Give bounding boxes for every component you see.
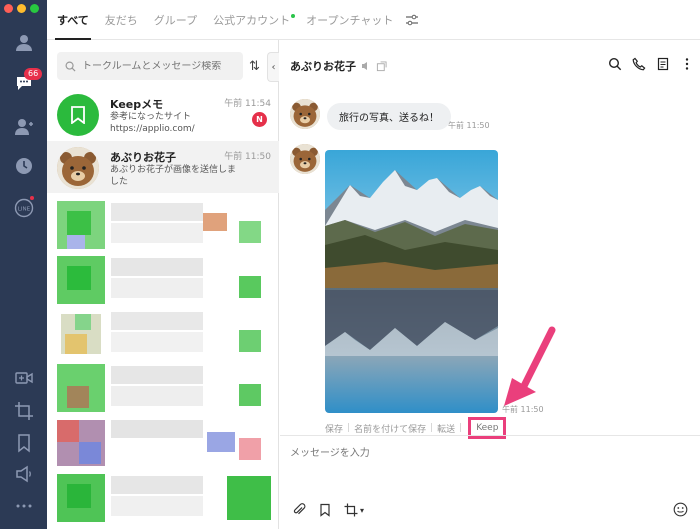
zoom-window-button[interactable] <box>30 4 39 13</box>
save-link[interactable]: 保存 <box>325 422 343 435</box>
conversation-header: あぶりお花子 <box>280 40 700 92</box>
collapse-list-button[interactable]: ‹ <box>267 52 279 82</box>
chat-list-item-keep[interactable]: Keepメモ 参考になったサイト https://applio.com/ 午前 … <box>47 88 279 140</box>
tab-label: オープンチャット <box>306 13 394 27</box>
more-dots-icon <box>16 504 31 508</box>
minimize-window-button[interactable] <box>17 4 26 13</box>
rail-line-button[interactable]: LINE <box>0 196 47 218</box>
crop-icon[interactable] <box>344 503 358 517</box>
tab-friends[interactable]: 友だち <box>105 0 138 40</box>
sender-avatar[interactable] <box>290 99 320 129</box>
blurred-list-item[interactable] <box>47 197 279 249</box>
forward-link[interactable]: 転送 <box>437 422 455 435</box>
chat-time: 午前 11:50 <box>224 152 271 162</box>
mountain-lake-photo <box>325 150 498 413</box>
chat-name: あぶりお花子 <box>110 151 176 164</box>
chat-list-item-aburio[interactable]: あぶりお花子 あぶりお花子が画像を送信しました 午前 11:50 <box>47 141 279 193</box>
rail-screenshot-button[interactable] <box>0 401 47 421</box>
video-plus-icon <box>14 372 33 384</box>
tab-groups[interactable]: グループ <box>154 0 197 40</box>
keep-avatar <box>57 94 99 136</box>
message-bubble[interactable]: 旅行の写真、送るね！ <box>327 103 451 130</box>
tab-bar: すべて 友だち グループ 公式アカウント オープンチャット <box>47 0 700 40</box>
blurred-list-item[interactable] <box>47 470 279 522</box>
chat-name: Keepメモ <box>110 98 164 111</box>
rail-friends-button[interactable] <box>0 32 47 52</box>
crop-icon <box>14 402 33 420</box>
separator: | <box>430 423 434 433</box>
message-time: 午前 11:50 <box>448 121 490 130</box>
tab-label: グループ <box>153 13 198 27</box>
rail-history-button[interactable] <box>0 156 47 176</box>
bear-avatar-icon <box>290 99 320 129</box>
paperclip-icon[interactable] <box>292 503 306 517</box>
chat-time: 午前 11:54 <box>224 99 271 109</box>
chevron-down-icon[interactable]: ▾ <box>360 506 364 515</box>
sort-icon[interactable]: ⇅ <box>249 59 260 74</box>
rail-chats-button[interactable]: 66 <box>0 68 47 93</box>
bookmark-icon <box>17 434 30 453</box>
rail-keep-button[interactable] <box>0 433 47 453</box>
save-as-link[interactable]: 名前を付けて保存 <box>354 422 426 435</box>
clock-icon <box>15 158 32 174</box>
rail-video-call-button[interactable] <box>0 368 47 388</box>
blurred-list-item[interactable] <box>47 252 279 304</box>
svg-text:LINE: LINE <box>17 207 30 213</box>
message-input[interactable] <box>290 444 680 484</box>
tab-label: 友だち <box>104 13 138 27</box>
chat-search-box[interactable] <box>57 52 243 80</box>
rail-add-friend-button[interactable] <box>0 116 47 136</box>
search-icon[interactable] <box>608 57 622 71</box>
filter-sliders-icon[interactable] <box>405 13 419 27</box>
close-window-button[interactable] <box>4 4 13 13</box>
left-rail: 66 LINE <box>0 0 47 529</box>
tab-official-accounts[interactable]: 公式アカウント <box>213 0 296 40</box>
notes-icon[interactable] <box>656 57 670 71</box>
tab-label: 公式アカウント <box>213 13 291 27</box>
notification-dot <box>30 196 34 200</box>
search-input[interactable] <box>82 60 232 72</box>
rail-more-button[interactable] <box>0 496 47 516</box>
chat-list-panel: ⇅ ‹ Keepメモ 参考になったサイト https://applio.com/… <box>47 0 279 529</box>
line-logo-icon: LINE <box>14 198 33 218</box>
avatar <box>57 147 99 189</box>
speaker-icon <box>15 465 31 483</box>
tab-open-chat[interactable]: オープンチャット <box>306 0 393 40</box>
mute-speaker-icon[interactable] <box>360 60 372 72</box>
bookmark-icon <box>71 106 85 124</box>
rail-announce-button[interactable] <box>0 464 47 484</box>
blurred-list-item[interactable] <box>47 306 279 358</box>
unread-badge: 66 <box>24 68 43 80</box>
chat-preview: 参考になったサイト https://applio.com/ <box>110 112 195 134</box>
message-composer: ▾ <box>280 435 700 529</box>
add-person-icon <box>14 119 33 135</box>
person-icon <box>15 35 32 51</box>
blurred-list-item[interactable] <box>47 414 279 466</box>
emoji-icon[interactable] <box>673 502 688 517</box>
conversation-pane: あぶりお花子 旅行の写真、送るね！ 午前 11:50 午前 11:50 保存 |… <box>280 40 700 529</box>
sender-avatar[interactable] <box>290 144 320 174</box>
chat-preview: あぶりお花子が画像を送信しました <box>110 165 237 187</box>
bear-avatar-icon <box>57 147 99 189</box>
separator: | <box>459 423 463 433</box>
blurred-list-item[interactable] <box>47 360 279 412</box>
tab-all[interactable]: すべて <box>55 0 91 40</box>
search-icon <box>65 61 76 72</box>
bookmark-icon[interactable] <box>318 503 332 517</box>
conversation-title: あぶりお花子 <box>290 60 356 73</box>
shared-photo[interactable] <box>325 150 498 413</box>
new-badge: N <box>252 112 267 127</box>
window-controls <box>4 4 39 13</box>
chevron-left-icon: ‹ <box>271 61 276 73</box>
external-window-icon[interactable] <box>376 60 387 72</box>
phone-icon[interactable] <box>632 57 646 71</box>
tab-label: すべて <box>57 13 89 27</box>
new-dot <box>291 13 296 18</box>
more-vertical-icon[interactable] <box>680 57 694 71</box>
separator: | <box>347 423 351 433</box>
annotation-arrow-icon <box>504 326 556 406</box>
bear-avatar-icon <box>290 144 320 174</box>
